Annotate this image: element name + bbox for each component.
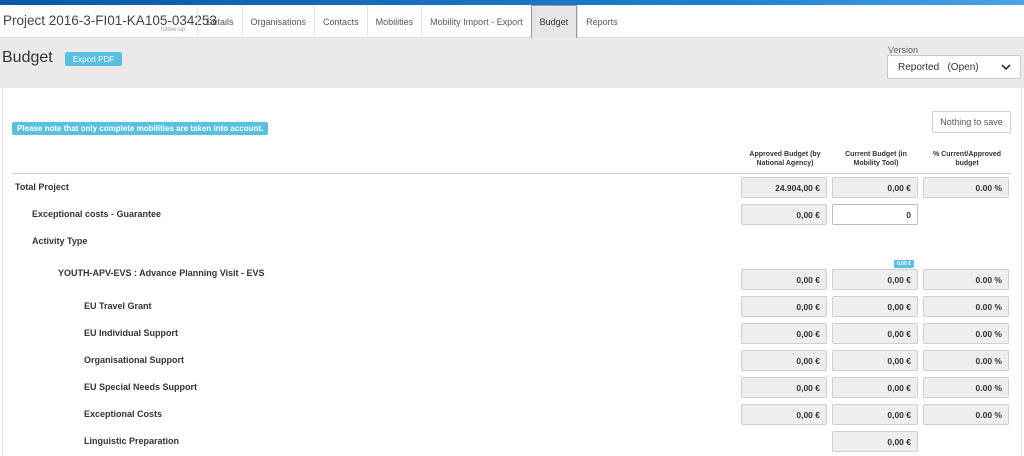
- header-divider: [12, 173, 1011, 174]
- chevron-down-icon: [1001, 64, 1011, 71]
- travel-percent: 0.00 %: [923, 296, 1009, 317]
- row-label-total: Total Project: [15, 182, 69, 192]
- youth-apv-current: 0,00 €: [832, 269, 918, 290]
- tab-mobilities[interactable]: Mobilities: [366, 5, 422, 38]
- tab-contacts[interactable]: Contacts: [314, 5, 367, 38]
- organisational-current: 0,00 €: [832, 350, 918, 371]
- tab-bar: Details Organisations Contacts Mobilitie…: [197, 5, 626, 38]
- column-header-percent: % Current/Approved budget: [932, 151, 1002, 167]
- nothing-to-save-button[interactable]: Nothing to save: [932, 111, 1011, 133]
- version-label: Version: [888, 45, 919, 55]
- row-label-youth-apv: YOUTH-APV-EVS : Advance Planning Visit -…: [58, 268, 265, 278]
- youth-apv-percent: 0.00 %: [923, 269, 1009, 290]
- row-label-exceptional-guarantee: Exceptional costs - Guarantee: [32, 209, 162, 219]
- page-title: Budget: [2, 49, 53, 66]
- column-header-current: Current Budget (in Mobility Tool): [845, 151, 907, 167]
- row-label-individual: EU Individual Support: [84, 328, 178, 338]
- special-needs-percent: 0.00 %: [923, 377, 1009, 398]
- row-label-exceptional: Exceptional Costs: [84, 409, 163, 419]
- page-subheader: Budget Export PDF Version Reported (Open…: [0, 38, 1024, 88]
- organisational-approved: 0,00 €: [741, 350, 827, 371]
- version-select[interactable]: Reported (Open): [887, 55, 1021, 79]
- tab-reports[interactable]: Reports: [577, 5, 626, 38]
- row-label-travel: EU Travel Grant: [84, 301, 152, 311]
- total-current: 0,00 €: [832, 177, 918, 198]
- individual-approved: 0,00 €: [741, 323, 827, 344]
- project-subtitle: follow-up: [161, 27, 186, 33]
- row-label-special-needs: EU Special Needs Support: [84, 382, 198, 392]
- project-header: Project 2016-3-FI01-KA105-034253 follow-…: [0, 5, 1024, 38]
- export-pdf-button[interactable]: Export PDF: [65, 52, 122, 66]
- youth-apv-approved: 0,00 €: [741, 269, 827, 290]
- notice-badge: Please note that only complete mobilitie…: [12, 122, 269, 135]
- tab-organisations[interactable]: Organisations: [241, 5, 315, 38]
- tab-mobility-import-export[interactable]: Mobility Import - Export: [421, 5, 531, 38]
- total-approved: 24.904,00 €: [741, 177, 827, 198]
- exceptional-approved: 0,00 €: [741, 404, 827, 425]
- project-title: Project 2016-3-FI01-KA105-034253: [3, 13, 217, 28]
- total-percent: 0.00 %: [923, 177, 1009, 198]
- tab-budget[interactable]: Budget: [530, 5, 578, 38]
- row-label-organisational: Organisational Support: [84, 355, 185, 365]
- travel-current: 0,00 €: [832, 296, 918, 317]
- organisational-percent: 0.00 %: [923, 350, 1009, 371]
- column-header-approved: Approved Budget (by National Agency): [749, 151, 821, 167]
- exceptional-percent: 0.00 %: [923, 404, 1009, 425]
- exceptional-current: 0,00 €: [832, 404, 918, 425]
- row-label-activity-type: Activity Type: [32, 236, 88, 246]
- guarantee-approved: 0,00 €: [741, 204, 827, 225]
- tab-details[interactable]: Details: [197, 5, 242, 38]
- guarantee-current-input[interactable]: 0: [832, 204, 918, 225]
- special-needs-current: 0,00 €: [832, 377, 918, 398]
- version-select-value: Reported (Open): [898, 61, 979, 73]
- individual-current: 0,00 €: [832, 323, 918, 344]
- individual-percent: 0.00 %: [923, 323, 1009, 344]
- row-label-linguistic: Linguistic Preparation: [84, 436, 180, 446]
- linguistic-current: 0,00 €: [832, 431, 918, 452]
- youth-apv-badge: 0,00 €: [894, 260, 914, 268]
- special-needs-approved: 0,00 €: [741, 377, 827, 398]
- travel-approved: 0,00 €: [741, 296, 827, 317]
